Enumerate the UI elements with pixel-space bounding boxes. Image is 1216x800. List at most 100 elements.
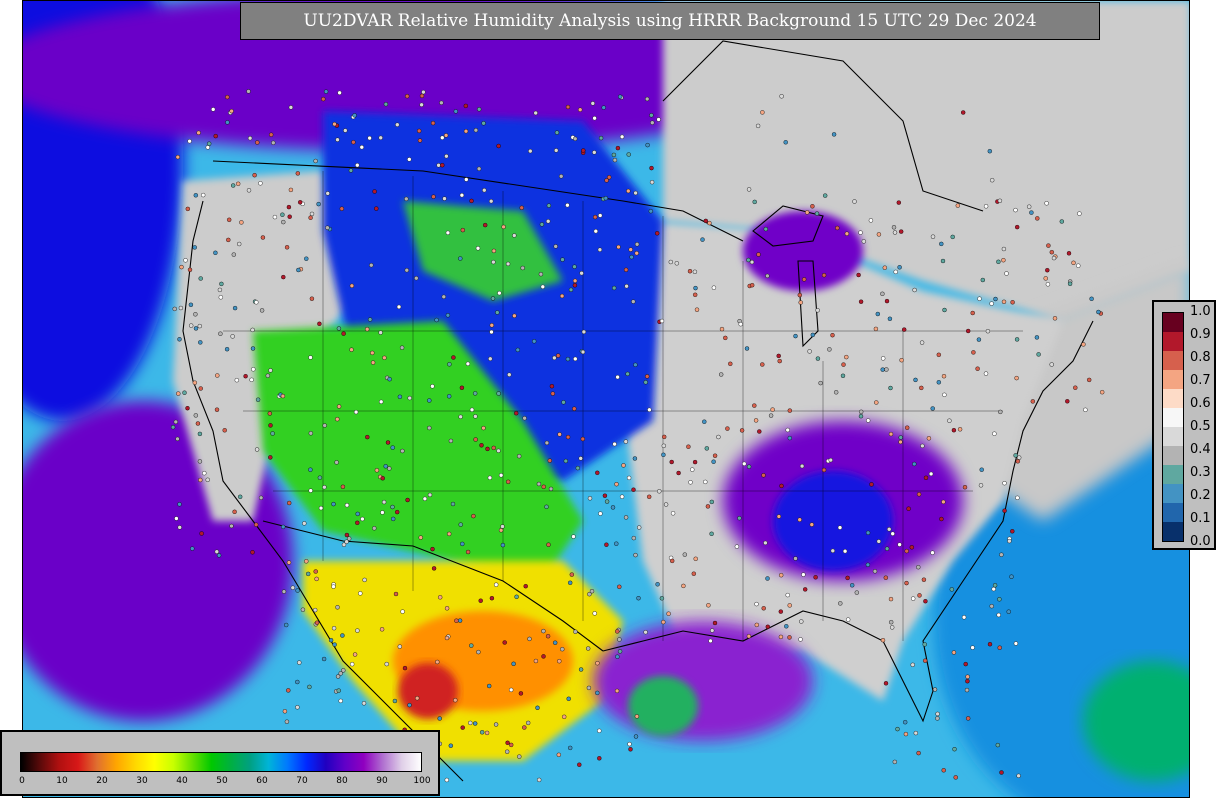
station-dot [992, 431, 997, 436]
rh-colorbar: 0 10 20 30 40 50 60 70 80 90 100 [0, 730, 440, 796]
station-dot [372, 189, 377, 194]
station-dot [581, 329, 587, 335]
station-dot [858, 299, 864, 304]
station-dot [471, 513, 476, 519]
station-dot [308, 215, 313, 220]
station-dot [482, 187, 487, 193]
station-dot [592, 611, 597, 616]
station-dot [192, 380, 198, 385]
station-dot [798, 300, 803, 305]
station-dot [318, 505, 324, 511]
station-dot [821, 273, 827, 278]
station-dot [444, 777, 449, 783]
station-dot [213, 250, 218, 256]
station-dot [580, 349, 586, 355]
station-dot [568, 580, 573, 585]
station-dot [459, 192, 465, 198]
station-dot [316, 201, 321, 207]
station-dot [661, 452, 666, 457]
station-dot [909, 545, 914, 550]
station-dot [439, 100, 444, 106]
station-dot [1016, 773, 1021, 778]
humidity-map[interactable] [23, 1, 1190, 798]
station-dot [746, 464, 752, 469]
rh-field [23, 1, 1189, 797]
station-dot [614, 541, 619, 546]
station-dot [941, 374, 947, 379]
station-dot [309, 296, 315, 301]
station-dot [214, 549, 220, 554]
station-dot [674, 261, 679, 266]
station-dot [939, 516, 944, 522]
station-dot [810, 204, 815, 209]
station-dot [231, 252, 237, 257]
station-dot [487, 475, 493, 480]
station-dot [655, 231, 660, 236]
station-dot [222, 428, 227, 433]
station-dot [430, 384, 435, 389]
station-dot [873, 326, 879, 332]
station-dot [198, 340, 203, 345]
station-dot [566, 696, 571, 701]
station-dot [1002, 508, 1007, 513]
station-dot [1013, 641, 1019, 646]
station-dot [578, 107, 583, 112]
station-dot [174, 516, 179, 521]
station-dot [441, 294, 446, 299]
station-dot [387, 466, 392, 471]
station-dot [473, 437, 478, 442]
station-dot [593, 214, 598, 220]
rh-colorbar-tick-label: 60 [256, 776, 268, 786]
station-dot [916, 492, 922, 497]
station-dot [496, 448, 501, 453]
station-dot [288, 105, 294, 110]
station-dot [335, 137, 340, 142]
station-dot [889, 620, 894, 625]
station-dot [1010, 529, 1015, 534]
station-dot [793, 333, 798, 339]
station-dot [554, 148, 559, 153]
station-dot [360, 516, 365, 522]
station-dot [571, 534, 576, 539]
station-dot [561, 400, 566, 405]
station-dot [213, 133, 218, 139]
station-dot [255, 140, 260, 145]
station-dot [645, 96, 650, 102]
station-dot [268, 132, 274, 137]
station-dot [987, 642, 993, 647]
station-dot [895, 726, 900, 732]
station-dot [517, 454, 522, 459]
map-area[interactable] [22, 0, 1190, 798]
station-dot [198, 276, 203, 281]
station-dot [787, 635, 792, 640]
gulf-green [628, 676, 698, 736]
station-dot [598, 135, 604, 141]
station-dot [768, 413, 774, 418]
station-dot [614, 482, 619, 487]
station-dot [903, 731, 909, 737]
station-dot [498, 473, 504, 478]
station-dot [976, 337, 982, 342]
station-dot [309, 211, 315, 217]
station-dot [218, 295, 224, 300]
station-dot [765, 273, 770, 279]
station-dot [196, 130, 201, 136]
station-dot [719, 372, 724, 377]
station-dot [765, 576, 770, 581]
station-dot [183, 258, 188, 263]
station-dot [554, 130, 560, 135]
station-dot [185, 206, 191, 212]
station-dot [586, 685, 592, 691]
station-dot [523, 584, 528, 589]
station-dot [355, 628, 360, 633]
station-dot [458, 414, 463, 419]
station-dot [977, 296, 982, 301]
station-dot [760, 110, 765, 115]
station-dot [502, 640, 507, 645]
station-dot [559, 293, 565, 299]
station-dot [512, 313, 517, 318]
station-dot [541, 484, 546, 489]
station-dot [706, 603, 711, 608]
station-dot [573, 629, 578, 634]
station-dot [861, 239, 866, 244]
